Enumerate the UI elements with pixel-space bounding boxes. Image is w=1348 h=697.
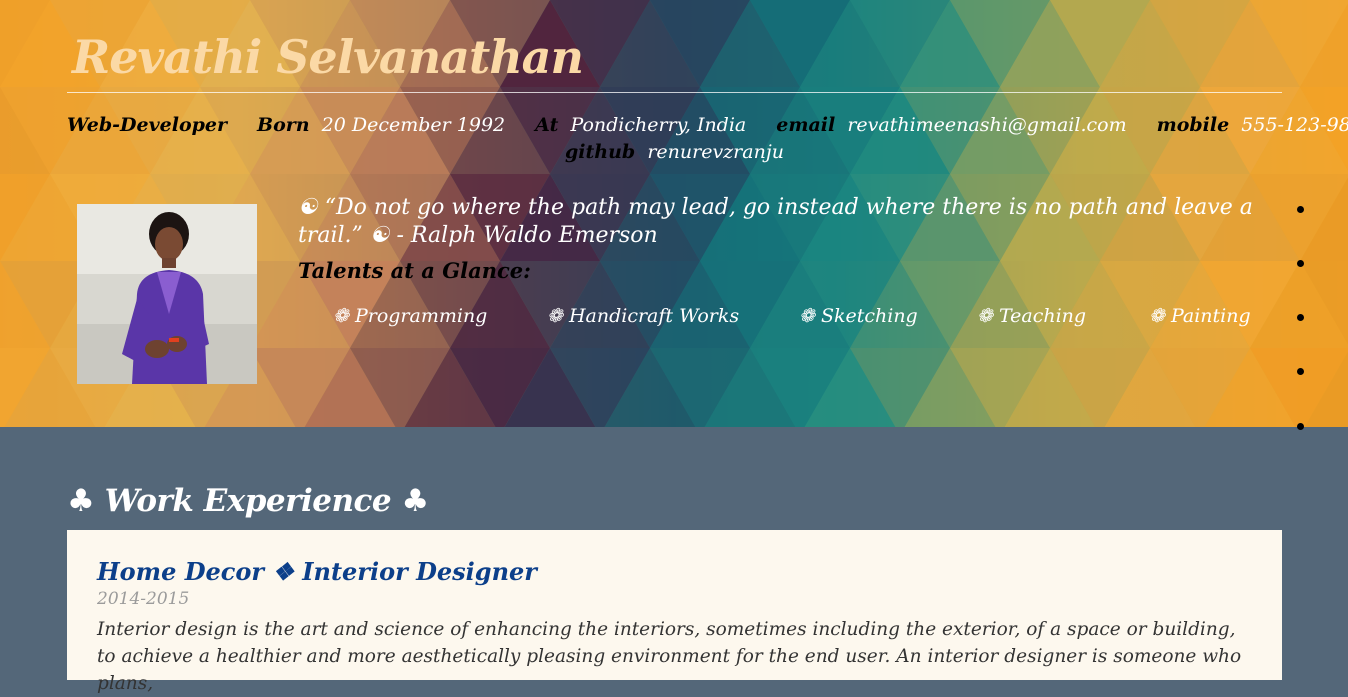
role: Web-Developer bbox=[67, 114, 228, 136]
github-value[interactable]: renurevzranju bbox=[647, 141, 784, 163]
header-banner: Revathi Selvanathan Web-Developer Born 20… bbox=[0, 0, 1348, 427]
email-value[interactable]: revathimeenashi@gmail.com bbox=[847, 114, 1126, 136]
at-label: At bbox=[535, 114, 559, 136]
born-value: 20 December 1992 bbox=[321, 114, 506, 136]
mobile-value: 555-123-985 bbox=[1241, 114, 1348, 136]
talent-painting: ❁ Painting bbox=[1149, 305, 1251, 327]
talent-handicraft: ❁ Handicraft Works bbox=[547, 305, 740, 327]
mobile-label: mobile bbox=[1156, 114, 1230, 136]
talent-teaching: ❁ Teaching bbox=[977, 305, 1087, 327]
job-title: Home Decor ❖ Interior Designer bbox=[97, 557, 537, 586]
profile-photo bbox=[77, 204, 257, 384]
quote: ☯ “Do not go where the path may lead, go… bbox=[298, 195, 1253, 248]
job-description: Interior design is the art and science o… bbox=[97, 619, 1242, 694]
bullet-dot bbox=[1297, 423, 1304, 430]
job-years: 2014-2015 bbox=[97, 589, 190, 609]
header-divider bbox=[67, 92, 1282, 93]
work-experience-heading: ♣ Work Experience ♣ bbox=[67, 483, 429, 519]
location-value: Pondicherry, India bbox=[570, 114, 747, 136]
bullet-dot bbox=[1297, 314, 1304, 321]
bullet-dot bbox=[1297, 206, 1304, 213]
born-label: Born bbox=[257, 114, 310, 136]
bullet-dot bbox=[1297, 260, 1304, 267]
page-title: Revathi Selvanathan bbox=[72, 30, 584, 84]
email-label: email bbox=[776, 114, 836, 136]
talent-sketching: ❁ Sketching bbox=[799, 305, 918, 327]
contact-info-row: Web-Developer Born 20 December 1992 At Pon… bbox=[67, 114, 1348, 136]
bullet-dot bbox=[1297, 368, 1304, 375]
talents-title: Talents at a Glance: bbox=[298, 258, 531, 283]
talent-programming: ❁ Programming bbox=[333, 305, 488, 327]
job-card: Home Decor ❖ Interior Designer 2014-2015… bbox=[67, 530, 1282, 694]
profile-photo-image bbox=[77, 204, 257, 384]
github-label: github bbox=[565, 141, 636, 163]
github-row: github renurevzranju bbox=[67, 141, 1282, 163]
